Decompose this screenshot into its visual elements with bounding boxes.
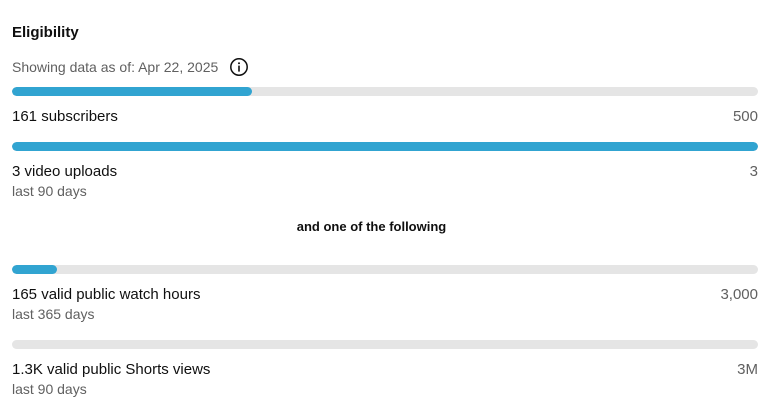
data-as-of: Showing data as of: Apr 22, 2025 [12,58,249,76]
shorts-views-metric: 1.3K valid public Shorts views 3M last 9… [12,340,758,398]
or-divider-text: and one of the following [296,219,447,234]
progress-fill [12,87,253,96]
subscribers-metric: 161 subscribers 500 [12,87,758,126]
metric-goal: 3,000 [720,286,758,303]
metric-period: last 90 days [12,381,87,397]
progress-bar [12,265,758,274]
progress-bar [12,340,758,349]
metric-label: 3 video uploads [12,163,118,180]
progress-fill [12,265,57,274]
progress-bar [12,87,758,96]
progress-bar [12,142,758,151]
metric-period: last 365 days [12,306,95,322]
metric-goal: 3 [749,163,758,180]
metric-label: 161 subscribers [12,108,118,125]
metric-period: last 90 days [12,183,87,199]
metric-label: 1.3K valid public Shorts views [12,361,211,378]
uploads-metric: 3 video uploads 3 last 90 days [12,142,758,200]
metric-label: 165 valid public watch hours [12,286,201,303]
metric-goal: 3M [737,361,758,378]
metric-goal: 500 [732,108,758,125]
eligibility-title: Eligibility [12,24,79,41]
info-icon[interactable] [229,57,249,77]
progress-fill [12,142,758,151]
data-as-of-text: Showing data as of: Apr 22, 2025 [12,59,219,75]
watch-hours-metric: 165 valid public watch hours 3,000 last … [12,265,758,323]
